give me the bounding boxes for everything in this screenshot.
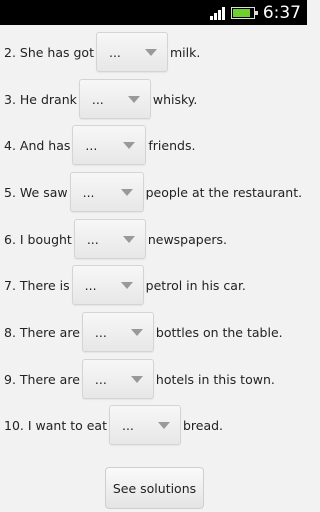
question-row: 6. I bought ... newspapers.: [0, 219, 307, 259]
battery-level: [232, 8, 250, 17]
question-text-after: hotels in this town.: [155, 371, 275, 387]
battery-icon: [230, 6, 258, 19]
question-text-before: 8. There are: [4, 324, 80, 340]
chevron-down-icon: [157, 421, 170, 429]
question-text-before: 6. I bought: [4, 231, 72, 247]
question-text-after: milk.: [169, 44, 201, 60]
dropdown-value: ...: [85, 137, 98, 153]
question-row: 4. And has ... friends.: [0, 125, 307, 165]
status-bar: 6:37: [0, 0, 307, 25]
chevron-down-icon: [130, 375, 143, 383]
question-text-before: 7. There is: [4, 277, 70, 293]
question-row: 5. We saw ... people at the restaurant.: [0, 172, 307, 212]
question-row: 7. There is ... petrol in his car.: [0, 265, 307, 305]
answer-dropdown[interactable]: ...: [69, 172, 144, 212]
question-text-before: 9. There are: [4, 371, 80, 387]
chevron-down-icon: [123, 141, 136, 149]
answer-dropdown[interactable]: ...: [95, 32, 168, 72]
question-text-after: bottles on the table.: [155, 324, 283, 340]
question-text-after: friends.: [148, 137, 196, 153]
question-text-before: 2. She has got: [4, 44, 94, 60]
question-text-before: 5. We saw: [4, 184, 68, 200]
question-text-before: 10. I want to eat: [4, 417, 107, 433]
chevron-down-icon: [144, 48, 157, 56]
question-text-after: people at the restaurant.: [145, 184, 303, 200]
answer-dropdown[interactable]: ...: [78, 79, 151, 119]
chevron-down-icon: [120, 188, 133, 196]
answer-dropdown[interactable]: ...: [108, 405, 181, 445]
chevron-down-icon: [130, 328, 143, 336]
question-text-before: 4. And has: [4, 137, 71, 153]
question-row: 10. I want to eat ... bread.: [0, 405, 307, 445]
see-solutions-button[interactable]: See solutions: [105, 467, 204, 509]
dropdown-value: ...: [86, 231, 99, 247]
dropdown-value: ...: [94, 324, 107, 340]
chevron-down-icon: [122, 235, 135, 243]
chevron-down-icon: [127, 95, 140, 103]
question-text-after: newspapers.: [147, 231, 228, 247]
question-text-before: 3. He drank: [4, 91, 77, 107]
question-row: 9. There are ... hotels in this town.: [0, 359, 307, 399]
answer-dropdown[interactable]: ...: [81, 359, 154, 399]
question-text-after: bread.: [182, 417, 224, 433]
dropdown-value: ...: [84, 277, 97, 293]
question-row: 2. She has got ... milk.: [0, 32, 307, 72]
exercise-list: 2. She has got ... milk. 3. He drank ...…: [0, 25, 307, 512]
signal-bars-icon: [209, 6, 225, 20]
question-text-after: petrol in his car.: [145, 277, 246, 293]
dropdown-value: ...: [91, 91, 104, 107]
answer-dropdown[interactable]: ...: [73, 219, 146, 259]
answer-dropdown[interactable]: ...: [81, 312, 154, 352]
dropdown-value: ...: [121, 417, 134, 433]
question-text-after: whisky.: [152, 91, 198, 107]
answer-dropdown[interactable]: ...: [71, 265, 144, 305]
chevron-down-icon: [120, 281, 133, 289]
question-row: 8. There are ... bottles on the table.: [0, 312, 307, 352]
answer-dropdown[interactable]: ...: [72, 125, 147, 165]
dropdown-value: ...: [82, 184, 95, 200]
dropdown-value: ...: [108, 44, 121, 60]
dropdown-value: ...: [94, 371, 107, 387]
question-row: 3. He drank ... whisky.: [0, 79, 307, 119]
clock: 6:37: [262, 2, 301, 23]
